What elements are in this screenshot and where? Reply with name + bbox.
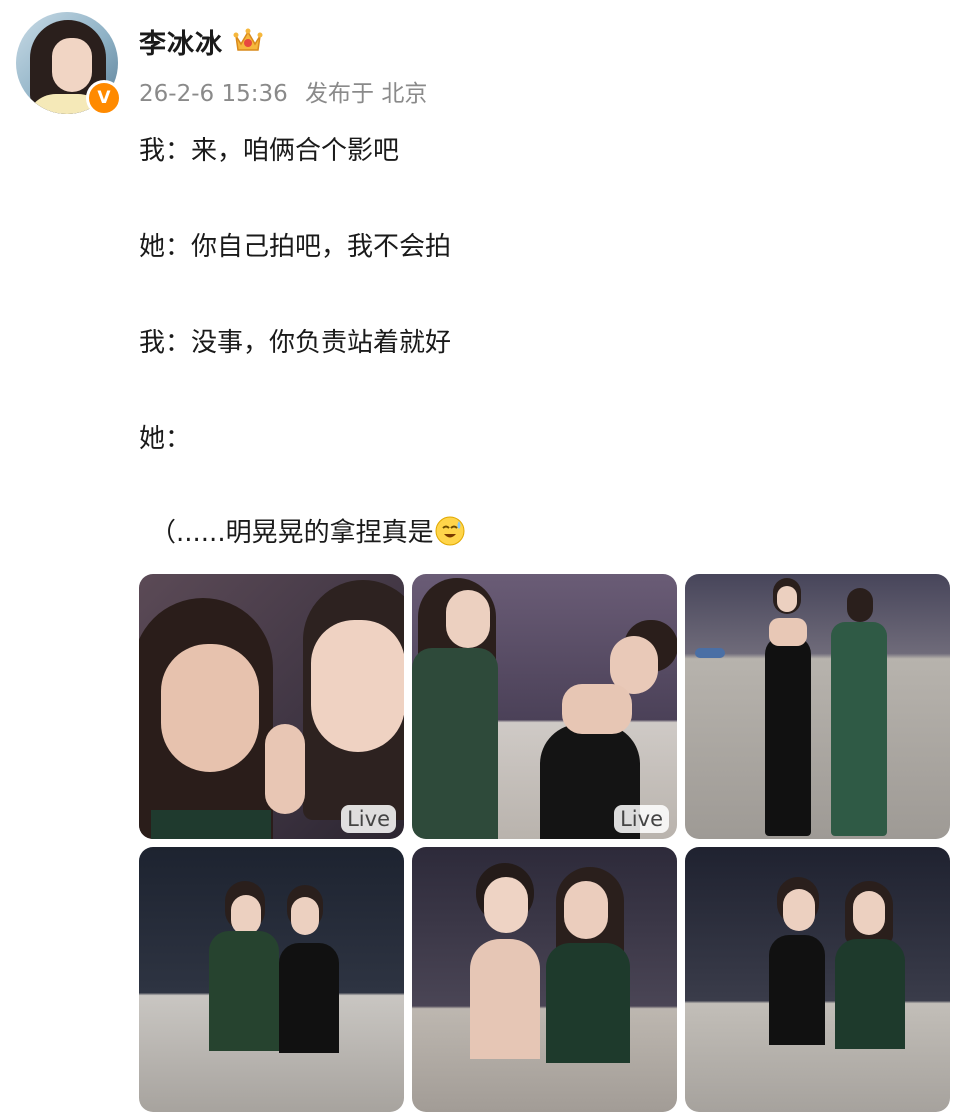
post-location: 发布于 北京 bbox=[305, 81, 428, 107]
image-tile-2[interactable]: Live bbox=[412, 574, 677, 839]
live-badge: Live bbox=[614, 805, 669, 833]
post-line-5: （......明晃晃的拿捏真是 bbox=[150, 512, 466, 549]
image-grid: Live Live bbox=[139, 574, 951, 1112]
image-tile-5[interactable] bbox=[412, 847, 677, 1112]
image-tile-4[interactable] bbox=[139, 847, 404, 1112]
post-line-1: 我：来，咱俩合个影吧 bbox=[139, 136, 400, 166]
image-tile-1[interactable]: Live bbox=[139, 574, 404, 839]
avatar[interactable]: V bbox=[16, 12, 122, 116]
crown-icon bbox=[233, 28, 263, 51]
laughing-sweat-emoji-icon bbox=[435, 516, 465, 546]
verified-badge-icon: V bbox=[86, 80, 122, 116]
live-badge: Live bbox=[341, 805, 396, 833]
post-line-2: 她：你自己拍吧，我不会拍 bbox=[139, 232, 452, 262]
image-tile-6[interactable] bbox=[685, 847, 950, 1112]
post-meta: 26-2-6 15:36 发布于 北京 bbox=[139, 74, 427, 108]
post-line-3: 我：没事，你负责站着就好 bbox=[139, 328, 452, 358]
post-timestamp: 26-2-6 15:36 bbox=[139, 81, 288, 107]
author-name[interactable]: 李冰冰 bbox=[139, 22, 223, 61]
image-tile-3[interactable] bbox=[685, 574, 950, 839]
post-line-4: 她： bbox=[139, 424, 192, 454]
post-line-5-text: （......明晃晃的拿捏真是 bbox=[150, 518, 434, 548]
